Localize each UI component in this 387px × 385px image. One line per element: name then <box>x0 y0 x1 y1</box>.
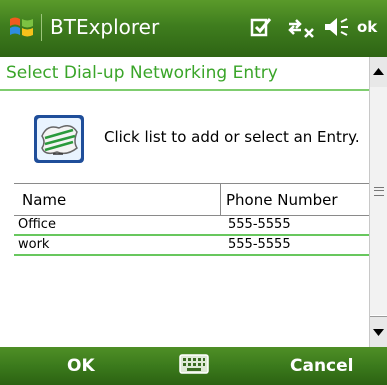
arrow-up-icon <box>373 68 384 75</box>
notes-icon[interactable] <box>249 15 273 39</box>
softkey-bar: OK Cancel <box>0 347 387 385</box>
title-separator <box>41 14 42 41</box>
dialog-heading: Select Dial-up Networking Entry <box>6 63 278 83</box>
table-row[interactable]: Office 555-5555 <box>14 216 369 236</box>
scroll-up-button[interactable] <box>370 57 387 88</box>
vertical-scrollbar[interactable] <box>369 57 387 347</box>
column-header-name[interactable]: Name <box>22 190 66 210</box>
scroll-down-button[interactable] <box>370 316 387 347</box>
dial-up-entry-icon <box>34 115 84 163</box>
instruction-text: Click list to add or select an Entry. <box>104 128 360 146</box>
row-name: Office <box>18 217 56 232</box>
entries-table: Name Phone Number Office 555-5555 work 5… <box>14 183 369 256</box>
row-name: work <box>18 237 50 252</box>
volume-muted-icon[interactable] <box>323 15 351 39</box>
app-title: BTExplorer <box>50 15 160 39</box>
title-ok-button[interactable]: ok <box>357 17 377 37</box>
title-bar: BTExplorer ok <box>0 0 387 57</box>
arrow-down-icon <box>373 329 384 336</box>
column-header-phone[interactable]: Phone Number <box>226 190 338 210</box>
ok-softkey[interactable]: OK <box>67 356 95 376</box>
column-separator <box>220 184 221 215</box>
table-row[interactable]: work 555-5555 <box>14 236 369 256</box>
connectivity-icon[interactable] <box>287 15 317 39</box>
table-header: Name Phone Number <box>14 183 369 216</box>
cancel-softkey[interactable]: Cancel <box>290 356 353 376</box>
scroll-thumb[interactable] <box>370 87 387 315</box>
heading-divider <box>0 89 369 91</box>
grip-icon <box>374 187 384 196</box>
row-phone: 555-5555 <box>228 217 291 232</box>
row-phone: 555-5555 <box>228 237 291 252</box>
keyboard-icon[interactable] <box>179 354 209 374</box>
windows-start-icon[interactable] <box>8 13 36 41</box>
